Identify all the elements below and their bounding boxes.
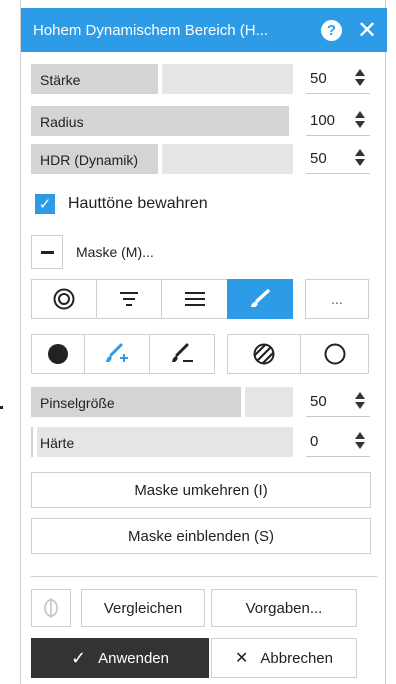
- staerke-slider[interactable]: Stärke: [31, 64, 293, 94]
- mask-hatch-button[interactable]: [227, 334, 301, 374]
- mask-mode-radial-button[interactable]: [31, 279, 97, 319]
- slider-label: Pinselgröße: [40, 395, 115, 411]
- spin-down-icon[interactable]: [355, 442, 365, 449]
- spinbox-value[interactable]: 50: [310, 70, 327, 87]
- spin-up-icon[interactable]: [355, 111, 365, 118]
- brush-icon: [251, 289, 270, 307]
- show-mask-button[interactable]: Maske einblenden (S): [31, 518, 371, 554]
- cancel-label: Abbrechen: [260, 649, 333, 667]
- mask-row: Maske (M)...: [31, 234, 154, 270]
- radius-slider[interactable]: Radius: [31, 106, 293, 136]
- apply-label: Anwenden: [98, 649, 169, 667]
- brush-erase-button[interactable]: [149, 334, 215, 374]
- check-icon: ✓: [71, 647, 87, 668]
- brush-size-slider[interactable]: Pinselgröße: [31, 387, 293, 417]
- edge-dot: [0, 406, 3, 409]
- hardness-slider[interactable]: Härte: [31, 427, 293, 457]
- slider-row-hardness: Härte 0: [31, 427, 377, 457]
- adjustment-panel: Hohem Dynamischem Bereich (H... ? ✕ Stär…: [20, 0, 387, 684]
- spin-down-icon[interactable]: [355, 159, 365, 166]
- spin-up-icon[interactable]: [355, 432, 365, 439]
- slider-label: Radius: [40, 114, 84, 130]
- slider-label: HDR (Dynamik): [40, 152, 138, 168]
- mask-more-button[interactable]: ...: [305, 279, 369, 319]
- slider-row-brush-size: Pinselgröße 50: [31, 387, 377, 417]
- spinbox-arrows[interactable]: [354, 390, 366, 412]
- spin-down-icon[interactable]: [355, 121, 365, 128]
- linear-mask-icon: [184, 292, 205, 306]
- empty-circle-icon: [324, 343, 345, 365]
- title-bar: Hohem Dynamischem Bereich (H... ? ✕: [21, 8, 387, 52]
- hatched-circle-icon: [253, 343, 275, 365]
- brush-erase-icon: [172, 343, 193, 362]
- spinbox-arrows[interactable]: [354, 147, 366, 169]
- spinbox-value[interactable]: 100: [310, 112, 335, 129]
- panel-title: Hohem Dynamischem Bereich (H...: [33, 21, 269, 39]
- slider-label: Härte: [40, 435, 75, 451]
- divider: [31, 576, 377, 577]
- spin-down-icon[interactable]: [355, 79, 365, 86]
- show-mask-label: Maske einblenden (S): [128, 527, 274, 545]
- mask-mode-gradient-button[interactable]: [96, 279, 162, 319]
- split-view-button[interactable]: [31, 589, 71, 627]
- gradient-mask-icon: [120, 292, 138, 306]
- slider-row-radius: Radius 100: [31, 106, 377, 136]
- mask-mode-brush-button[interactable]: [227, 279, 293, 319]
- preserve-skin-row[interactable]: ✓ Hauttöne bewahren: [35, 192, 208, 216]
- split-view-icon: [44, 598, 58, 618]
- minus-icon: [40, 250, 54, 254]
- radial-mask-icon: [53, 288, 75, 310]
- spinbox-arrows[interactable]: [354, 430, 366, 452]
- preserve-skin-label: Hauttöne bewahren: [68, 195, 208, 212]
- radius-spinbox[interactable]: 100: [306, 106, 370, 136]
- spinbox-value[interactable]: 0: [310, 433, 318, 450]
- mask-mode-linear-button[interactable]: [161, 279, 228, 319]
- slider-row-staerke: Stärke 50: [31, 64, 377, 94]
- compare-button[interactable]: Vergleichen: [81, 589, 205, 627]
- help-icon[interactable]: ?: [321, 20, 342, 41]
- invert-mask-label: Maske umkehren (I): [134, 481, 268, 499]
- spinbox-arrows[interactable]: [354, 109, 366, 131]
- slider-fill: [31, 427, 37, 457]
- brush-size-spinbox[interactable]: 50: [306, 387, 370, 417]
- presets-label: Vorgaben...: [245, 599, 323, 617]
- spinbox-arrows[interactable]: [354, 67, 366, 89]
- mask-label: Maske (M)...: [76, 244, 154, 260]
- more-label: ...: [331, 291, 343, 307]
- slider-row-hdr: HDR (Dynamik) 50: [31, 144, 377, 174]
- brush-fill-button[interactable]: [31, 334, 85, 374]
- hdr-slider[interactable]: HDR (Dynamik): [31, 144, 293, 174]
- spin-up-icon[interactable]: [355, 69, 365, 76]
- spin-up-icon[interactable]: [355, 149, 365, 156]
- spinbox-value[interactable]: 50: [310, 150, 327, 167]
- hardness-spinbox[interactable]: 0: [306, 427, 370, 457]
- hdr-spinbox[interactable]: 50: [306, 144, 370, 174]
- presets-button[interactable]: Vorgaben...: [211, 589, 357, 627]
- apply-button[interactable]: ✓ Anwenden: [31, 638, 209, 678]
- compare-label: Vergleichen: [103, 599, 183, 617]
- close-icon[interactable]: ✕: [355, 17, 379, 44]
- cross-icon: ✕: [235, 650, 249, 667]
- slider-label: Stärke: [40, 72, 81, 88]
- brush-add-icon: [106, 343, 128, 362]
- spin-down-icon[interactable]: [355, 402, 365, 409]
- empty-circle-button[interactable]: [300, 334, 369, 374]
- preserve-skin-checkbox[interactable]: ✓: [35, 194, 55, 214]
- spin-up-icon[interactable]: [355, 392, 365, 399]
- mask-collapse-button[interactable]: [31, 235, 63, 269]
- staerke-spinbox[interactable]: 50: [306, 64, 370, 94]
- cancel-button[interactable]: ✕ Abbrechen: [211, 638, 357, 678]
- brush-add-button[interactable]: [84, 334, 150, 374]
- invert-mask-button[interactable]: Maske umkehren (I): [31, 472, 371, 508]
- filled-circle-icon: [48, 344, 68, 364]
- spinbox-value[interactable]: 50: [310, 393, 327, 410]
